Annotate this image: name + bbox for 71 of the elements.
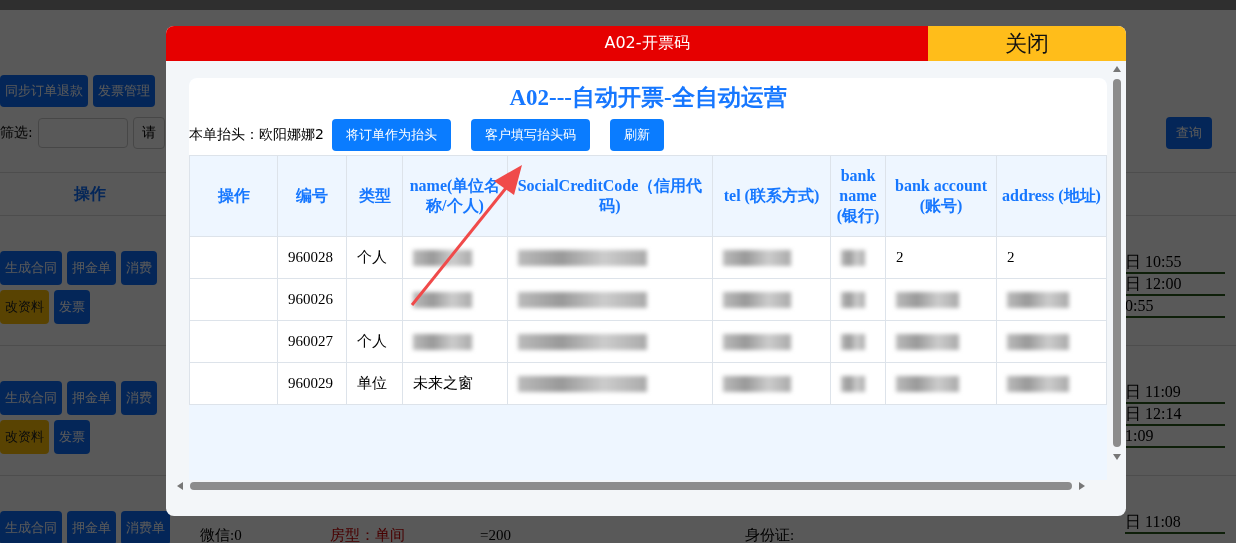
table-cell: 960026 xyxy=(277,278,347,321)
redacted-blur xyxy=(841,249,865,266)
redacted-blur xyxy=(841,333,865,350)
action-button[interactable]: 生成合同 xyxy=(0,511,62,543)
column-header: 操作 xyxy=(189,155,278,237)
table-cell: 960028 xyxy=(277,236,347,279)
scroll-left-icon[interactable] xyxy=(176,482,184,490)
column-header: name(单位名称/个人) xyxy=(402,155,508,237)
header-label: 本单抬头：欧阳娜娜2 xyxy=(189,126,324,144)
column-header: bank account (账号) xyxy=(885,155,997,237)
column-header: address (地址) xyxy=(996,155,1107,237)
redacted-blur xyxy=(723,249,791,266)
detail-text: 身份证: xyxy=(745,526,796,543)
redacted-blur xyxy=(723,291,791,308)
column-header: SocialCreditCode（信用代码) xyxy=(507,155,713,237)
detail-text: 微信:0 xyxy=(200,526,243,543)
detail-text: 房型：单间 xyxy=(330,526,406,543)
page-heading: A02---自动开票-全自动运营 xyxy=(508,84,788,112)
action-button[interactable]: 客户填写抬头码 xyxy=(470,119,590,151)
query-button[interactable]: 查询 xyxy=(1166,117,1212,149)
redacted-blur xyxy=(723,375,791,392)
table-cell: 960029 xyxy=(277,362,347,405)
action-button[interactable]: 押金单 xyxy=(67,381,116,415)
scroll-right-icon[interactable] xyxy=(1078,482,1086,490)
scroll-down-icon[interactable] xyxy=(1113,453,1121,461)
action-button[interactable]: 押金单 xyxy=(67,511,116,543)
redacted-blur xyxy=(896,375,959,392)
column-header: 操作 xyxy=(72,183,107,205)
action-button[interactable]: 押金单 xyxy=(67,251,116,285)
action-button[interactable]: 刷新 xyxy=(609,119,664,151)
filter-label: 筛选: xyxy=(0,124,33,142)
action-button[interactable]: 将订单作为抬头 xyxy=(331,119,451,151)
action-button[interactable]: 消费 xyxy=(121,251,157,285)
toolbar-button[interactable]: 同步订单退款 xyxy=(0,75,88,107)
action-button[interactable]: 改资料 xyxy=(0,420,49,454)
table-cell: 2 xyxy=(885,236,997,279)
redacted-blur xyxy=(413,333,472,350)
table-cell: 未来之窗 xyxy=(402,362,508,405)
redacted-blur xyxy=(1007,333,1070,350)
table-cell: 个人 xyxy=(346,236,403,279)
redacted-blur xyxy=(413,291,472,308)
table-cell: 960027 xyxy=(277,320,347,363)
select-field[interactable]: 请 xyxy=(132,117,165,149)
redacted-blur xyxy=(723,333,791,350)
action-button[interactable]: 生成合同 xyxy=(0,381,62,415)
action-button[interactable]: 发票 xyxy=(54,290,90,324)
column-header: 类型 xyxy=(346,155,403,237)
table-cell: 2 xyxy=(996,236,1107,279)
detail-text: =200 xyxy=(480,526,512,543)
redacted-blur xyxy=(896,291,959,308)
redacted-blur xyxy=(1007,375,1070,392)
table-cell: 个人 xyxy=(346,320,403,363)
dialog-title: A02-开票码 xyxy=(166,26,928,61)
action-button[interactable]: 生成合同 xyxy=(0,251,62,285)
action-button[interactable]: 消费 xyxy=(121,381,157,415)
redacted-blur xyxy=(841,291,865,308)
action-button[interactable]: 消费单 xyxy=(121,511,170,543)
table-cell: 单位 xyxy=(346,362,403,405)
redacted-blur xyxy=(896,333,959,350)
toolbar-button[interactable]: 发票管理 xyxy=(93,75,155,107)
scroll-up-icon[interactable] xyxy=(1113,65,1121,73)
redacted-blur xyxy=(1007,291,1070,308)
time-text: 日 11:08 xyxy=(1125,512,1225,534)
redacted-blur xyxy=(413,249,472,266)
column-header: tel (联系方式) xyxy=(712,155,831,237)
column-header: 编号 xyxy=(277,155,347,237)
redacted-blur xyxy=(841,375,865,392)
column-header: bank name (银行) xyxy=(830,155,886,237)
action-button[interactable]: 改资料 xyxy=(0,290,49,324)
action-button[interactable]: 发票 xyxy=(54,420,90,454)
close-button[interactable]: 关闭 xyxy=(928,26,1126,61)
